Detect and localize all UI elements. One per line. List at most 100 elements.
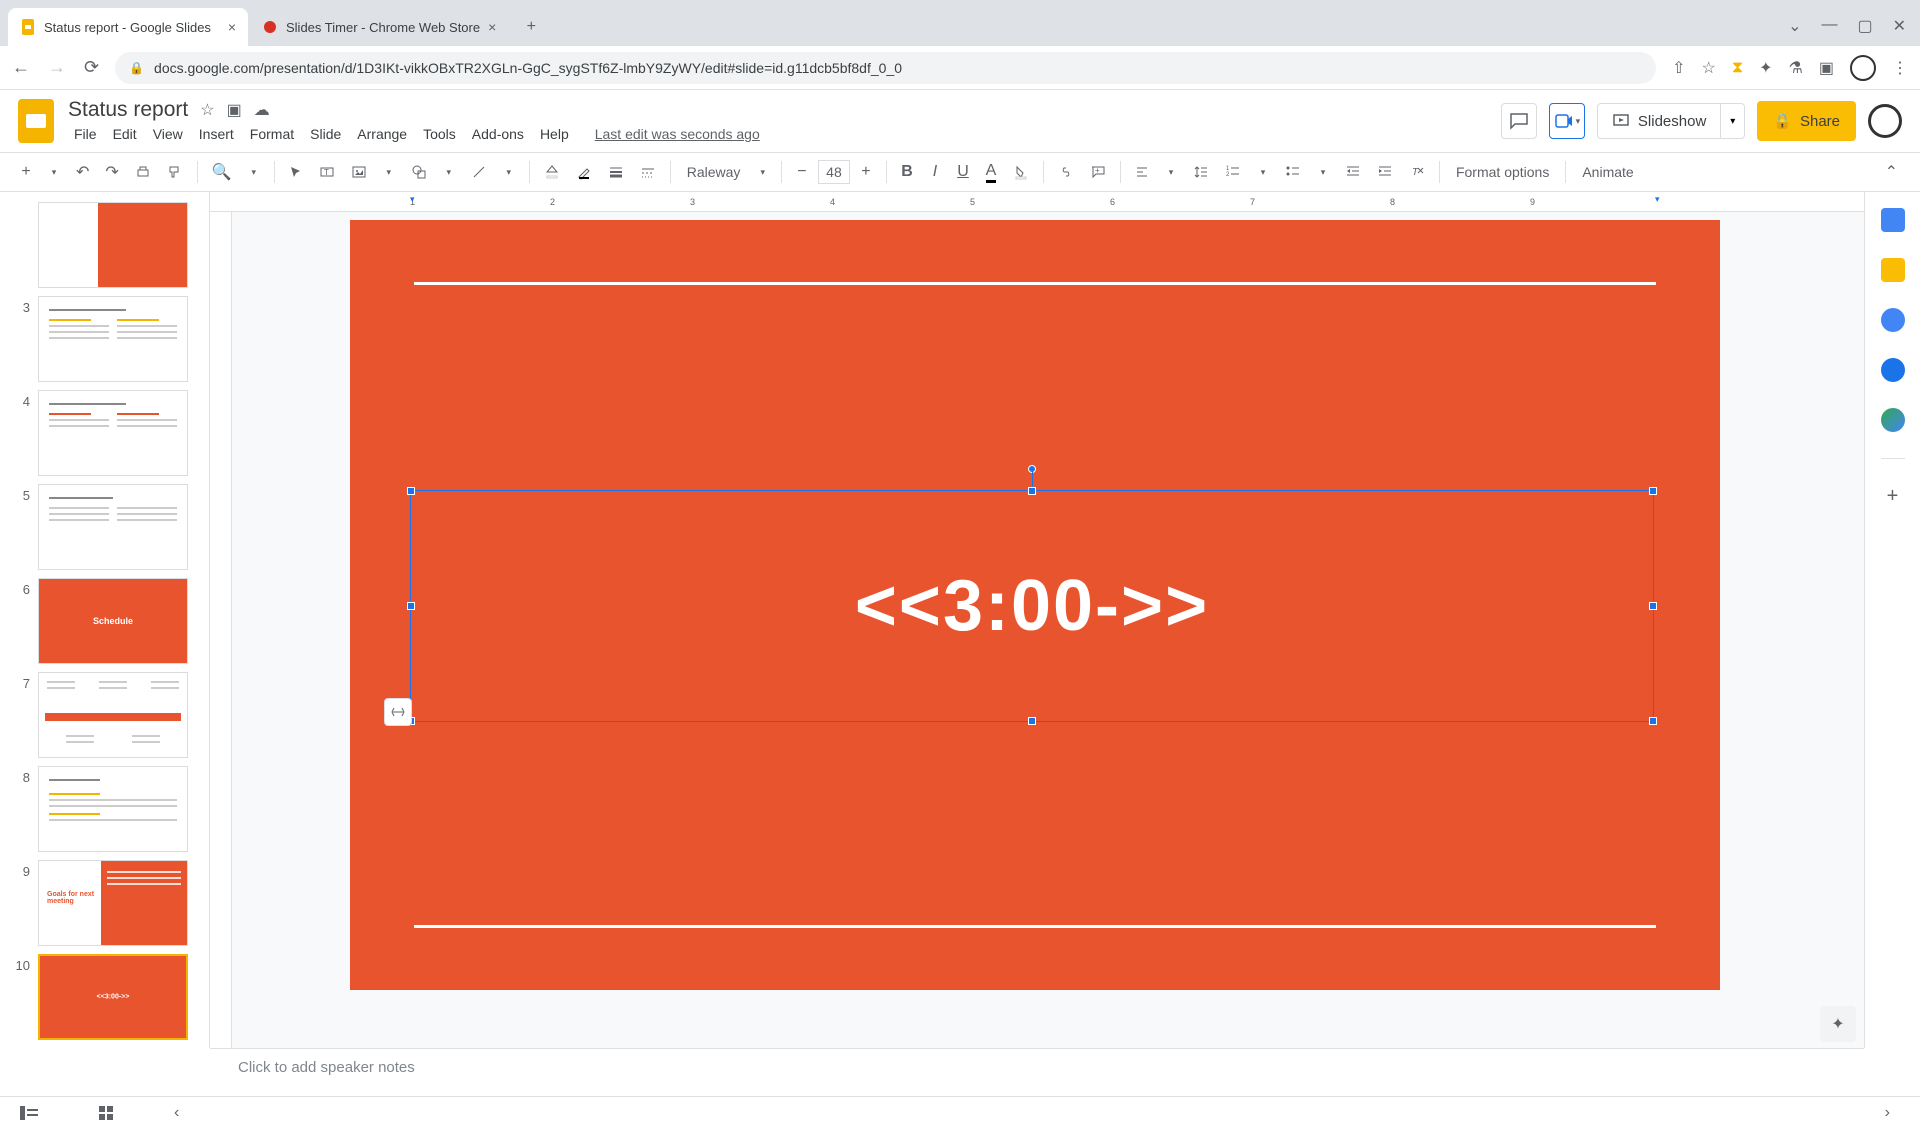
zoom-button[interactable]: 🔍	[206, 158, 238, 186]
slideshow-button[interactable]: Slideshow	[1597, 103, 1721, 139]
expand-side-panel-icon[interactable]: ›	[1885, 1104, 1890, 1122]
border-weight-button[interactable]	[602, 158, 630, 186]
animate-button[interactable]: Animate	[1574, 164, 1641, 180]
slide-thumb[interactable]	[38, 766, 188, 852]
resize-handle[interactable]	[1649, 717, 1657, 725]
font-size-decrease[interactable]: −	[790, 158, 814, 186]
comments-button[interactable]	[1501, 103, 1537, 139]
collapse-panel-icon[interactable]: ‹	[174, 1104, 179, 1122]
text-color-button[interactable]: A	[979, 158, 1003, 186]
thumb-row[interactable]: 6 Schedule	[0, 574, 209, 668]
menu-insert[interactable]: Insert	[193, 124, 240, 144]
indent-increase-button[interactable]	[1371, 158, 1399, 186]
menu-file[interactable]: File	[68, 124, 103, 144]
thumb-row[interactable]: 10 <<3:00->>	[0, 950, 209, 1044]
bullet-list-button[interactable]	[1279, 158, 1307, 186]
slide-thumb[interactable]	[38, 484, 188, 570]
font-size-increase[interactable]: +	[854, 158, 878, 186]
resize-handle[interactable]	[407, 487, 415, 495]
resize-handle[interactable]	[1028, 717, 1036, 725]
slideshow-dropdown[interactable]: ▾	[1721, 103, 1745, 139]
thumb-row[interactable]: 3	[0, 292, 209, 386]
menu-help[interactable]: Help	[534, 124, 575, 144]
format-options-button[interactable]: Format options	[1448, 164, 1557, 180]
add-app-button[interactable]: +	[1887, 485, 1899, 508]
image-tool[interactable]	[345, 158, 373, 186]
close-window-icon[interactable]: ✕	[1893, 16, 1906, 36]
user-avatar[interactable]	[1868, 104, 1902, 138]
url-input[interactable]: 🔒 docs.google.com/presentation/d/1D3IKt-…	[115, 52, 1656, 84]
select-tool[interactable]	[283, 158, 309, 186]
paint-format-button[interactable]	[161, 158, 189, 186]
line-tool[interactable]	[465, 158, 493, 186]
resize-handle[interactable]	[1028, 487, 1036, 495]
filmstrip-view-icon[interactable]	[20, 1106, 38, 1120]
zoom-dropdown[interactable]: ▾	[242, 158, 266, 186]
slide-thumb[interactable]: Goals for next meeting	[38, 860, 188, 946]
new-slide-dropdown[interactable]: ▾	[42, 158, 66, 186]
slide-thumb[interactable]	[38, 202, 188, 288]
indent-marker-icon[interactable]: ▾	[410, 194, 415, 205]
italic-button[interactable]: I	[923, 158, 947, 186]
chrome-menu-icon[interactable]: ⋮	[1892, 58, 1908, 78]
menu-edit[interactable]: Edit	[107, 124, 143, 144]
fill-color-button[interactable]	[538, 158, 566, 186]
tasks-app-icon[interactable]	[1881, 308, 1905, 332]
shape-dropdown[interactable]: ▾	[437, 158, 461, 186]
close-icon[interactable]: ×	[488, 19, 496, 35]
thumb-row[interactable]: 9 Goals for next meeting	[0, 856, 209, 950]
redo-button[interactable]: ↷	[99, 158, 124, 186]
clear-formatting-button[interactable]: T	[1403, 158, 1431, 186]
maximize-icon[interactable]: ▢	[1857, 16, 1872, 36]
border-color-button[interactable]	[570, 158, 598, 186]
slide-canvas-area[interactable]: 1 2 3 4 5 6 7 8 9 ▾ ▾ <<3:00->>	[210, 192, 1864, 1048]
textbox-tool[interactable]: T	[313, 158, 341, 186]
doc-title[interactable]: Status report	[68, 98, 188, 122]
resize-handle[interactable]	[1649, 602, 1657, 610]
textbox-selection[interactable]: <<3:00->>	[410, 490, 1654, 722]
forward-icon[interactable]: →	[48, 57, 66, 78]
explore-button[interactable]: ✦	[1820, 1006, 1856, 1042]
thumb-row[interactable]: 8	[0, 762, 209, 856]
font-family-select[interactable]: Raleway▾	[679, 164, 773, 180]
slide-thumb-selected[interactable]: <<3:00->>	[38, 954, 188, 1040]
slide-thumb[interactable]	[38, 672, 188, 758]
menu-tools[interactable]: Tools	[417, 124, 462, 144]
slide-thumb[interactable]	[38, 296, 188, 382]
browser-tab-active[interactable]: Status report - Google Slides ×	[8, 8, 248, 46]
bold-button[interactable]: B	[895, 158, 919, 186]
bookmark-icon[interactable]: ☆	[1702, 58, 1716, 78]
slides-logo[interactable]	[18, 99, 54, 143]
resize-handle[interactable]	[407, 602, 415, 610]
slide-thumbnail-panel[interactable]: 3 4 5 6 Schedule 7 8 9 Goals for next me…	[0, 192, 210, 1048]
highlight-button[interactable]	[1007, 158, 1035, 186]
menu-arrange[interactable]: Arrange	[351, 124, 413, 144]
shape-tool[interactable]	[405, 158, 433, 186]
move-icon[interactable]: ▣	[227, 100, 242, 120]
new-slide-button[interactable]: +	[14, 158, 38, 186]
resize-handle[interactable]	[1649, 487, 1657, 495]
star-icon[interactable]: ☆	[200, 100, 214, 120]
comment-button[interactable]: +	[1084, 158, 1112, 186]
align-button[interactable]	[1129, 158, 1155, 186]
extensions-icon[interactable]: ✦	[1759, 58, 1772, 78]
align-dropdown[interactable]: ▾	[1159, 158, 1183, 186]
image-dropdown[interactable]: ▾	[377, 158, 401, 186]
border-dash-button[interactable]	[634, 158, 662, 186]
cloud-status-icon[interactable]: ☁	[254, 100, 270, 120]
keep-app-icon[interactable]	[1881, 258, 1905, 282]
minimize-icon[interactable]: —	[1821, 16, 1837, 36]
calendar-app-icon[interactable]	[1881, 208, 1905, 232]
grid-view-icon[interactable]	[98, 1105, 114, 1121]
share-page-icon[interactable]: ⇧	[1672, 58, 1685, 78]
back-icon[interactable]: ←	[12, 57, 30, 78]
slide-thumb[interactable]: Schedule	[38, 578, 188, 664]
new-tab-button[interactable]: +	[516, 12, 546, 42]
side-panel-icon[interactable]: ▣	[1819, 58, 1834, 78]
reload-icon[interactable]: ⟳	[84, 57, 99, 78]
timer-text[interactable]: <<3:00->>	[855, 565, 1209, 647]
undo-button[interactable]: ↶	[70, 158, 95, 186]
extension-lab-icon[interactable]: ⚗	[1789, 58, 1803, 78]
line-dropdown[interactable]: ▾	[497, 158, 521, 186]
meet-button[interactable]: ▾	[1549, 103, 1585, 139]
